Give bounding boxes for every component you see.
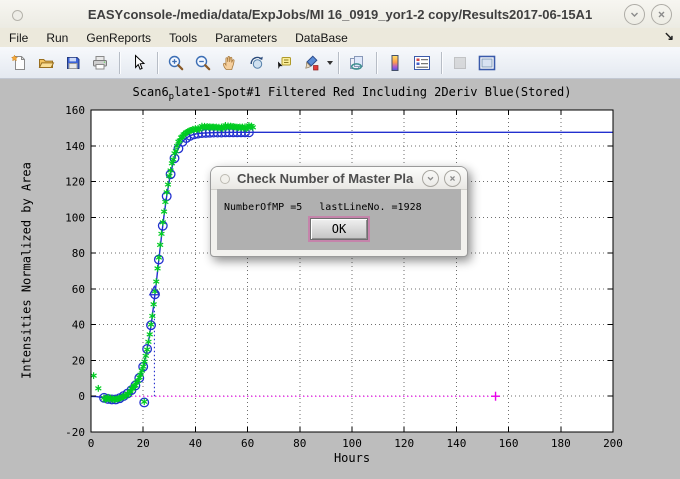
print-button[interactable] xyxy=(87,50,113,76)
print-icon xyxy=(91,54,109,72)
plot-axes[interactable]: 020406080100120140160180200-200204060801… xyxy=(0,79,680,479)
toolbar-separator xyxy=(119,52,120,74)
pointer-icon xyxy=(129,54,147,72)
y-tick-label: 140 xyxy=(65,140,85,153)
app-window: EASYconsole-/media/data/ExpJobs/MI 16_09… xyxy=(0,0,680,479)
x-tick-label: 140 xyxy=(446,437,466,450)
y-tick-label: 80 xyxy=(72,247,85,260)
plot-tools-on-button[interactable] xyxy=(474,50,500,76)
y-tick-label: -20 xyxy=(65,426,85,439)
y-tick-label: 160 xyxy=(65,104,85,117)
rotate-3d-button[interactable] xyxy=(244,50,270,76)
plot-title-post: late1-Spot#1 Filtered Red Including 2Der… xyxy=(174,85,571,99)
link-plot-icon xyxy=(348,54,366,72)
y-tick-label: 40 xyxy=(72,319,85,332)
zoom-in-icon xyxy=(167,54,185,72)
colorbar-icon xyxy=(386,54,404,72)
data-cursor-button[interactable] xyxy=(271,50,297,76)
window-menu-dot-icon[interactable] xyxy=(12,10,23,21)
x-tick-label: 100 xyxy=(342,437,362,450)
dialog-menu-dot-icon xyxy=(220,174,230,184)
plot-tools-on-icon xyxy=(478,54,496,72)
brush-icon xyxy=(302,54,320,72)
x-tick-label: 40 xyxy=(189,437,202,450)
plot-tools-off-button xyxy=(447,50,473,76)
y-tick-label: 120 xyxy=(65,176,85,189)
link-plot-button[interactable] xyxy=(344,50,370,76)
dialog-body: NumberOfMP =5 lastLineNo. =1928 OK xyxy=(217,189,461,250)
plot-tools-off-icon xyxy=(451,54,469,72)
rotate-3d-icon xyxy=(248,54,266,72)
menu-item-parameters[interactable]: Parameters xyxy=(206,30,286,46)
open-file-button[interactable] xyxy=(33,50,59,76)
new-file-button[interactable] xyxy=(6,50,32,76)
x-axis-label: Hours xyxy=(91,451,613,465)
pan-icon xyxy=(221,54,239,72)
y-tick-label: 20 xyxy=(72,354,85,367)
plot-title-pre: Scan6 xyxy=(133,85,169,99)
dialog-message-lastlineno: lastLineNo. =1928 xyxy=(319,202,421,213)
dialog-close-button[interactable] xyxy=(444,170,461,187)
menu-item-tools[interactable]: Tools xyxy=(160,30,206,46)
toolbar-separator xyxy=(376,52,377,74)
dialog-message-numberofmp: NumberOfMP =5 xyxy=(224,202,302,213)
colorbar-button[interactable] xyxy=(382,50,408,76)
dialog-titlebar[interactable]: Check Number of Master Pla xyxy=(211,167,467,190)
x-tick-label: 0 xyxy=(88,437,95,450)
brush-button[interactable] xyxy=(298,50,324,76)
save-button[interactable] xyxy=(60,50,86,76)
pan-button[interactable] xyxy=(217,50,243,76)
y-tick-label: 100 xyxy=(65,211,85,224)
x-tick-label: 160 xyxy=(499,437,519,450)
x-tick-label: 60 xyxy=(241,437,254,450)
window-title: EASYconsole-/media/data/ExpJobs/MI 16_09… xyxy=(0,7,680,22)
new-file-icon xyxy=(10,54,28,72)
menu-item-run[interactable]: Run xyxy=(37,30,77,46)
legend-button[interactable] xyxy=(409,50,435,76)
x-tick-label: 180 xyxy=(551,437,571,450)
x-tick-label: 20 xyxy=(137,437,150,450)
x-tick-label: 120 xyxy=(394,437,414,450)
check-master-plates-dialog: Check Number of Master Pla xyxy=(210,166,468,257)
y-tick-label: 0 xyxy=(78,390,85,403)
legend-icon xyxy=(413,54,431,72)
close-button[interactable] xyxy=(651,4,672,25)
figure-area: 020406080100120140160180200-200204060801… xyxy=(0,79,680,479)
dialog-title: Check Number of Master Pla xyxy=(211,171,422,186)
pointer-button[interactable] xyxy=(125,50,151,76)
zoom-out-button[interactable] xyxy=(190,50,216,76)
dropdown-caret-icon[interactable] xyxy=(327,61,333,65)
toolbar-separator xyxy=(157,52,158,74)
y-axis-label: Intensities Normalized by Area xyxy=(20,161,35,381)
chevron-down-icon xyxy=(629,9,640,20)
dialog-message: NumberOfMP =5 lastLineNo. =1928 xyxy=(217,189,461,213)
menu-overflow-arrow-icon[interactable]: ↘ xyxy=(664,29,674,43)
toolbar-separator xyxy=(338,52,339,74)
zoom-in-button[interactable] xyxy=(163,50,189,76)
data-cursor-icon xyxy=(275,54,293,72)
shade-button[interactable] xyxy=(624,4,645,25)
save-icon xyxy=(64,54,82,72)
menu-item-genreports[interactable]: GenReports xyxy=(77,30,160,46)
dialog-shade-button[interactable] xyxy=(422,170,439,187)
ok-button[interactable]: OK xyxy=(310,218,368,240)
x-tick-label: 80 xyxy=(293,437,306,450)
chevron-down-icon xyxy=(426,174,435,183)
toolbar xyxy=(0,47,680,79)
close-icon xyxy=(448,174,457,183)
menubar: FileRunGenReportsToolsParametersDataBase… xyxy=(0,28,680,48)
open-file-icon xyxy=(37,54,55,72)
zoom-out-icon xyxy=(194,54,212,72)
menu-item-database[interactable]: DataBase xyxy=(286,30,357,46)
x-tick-label: 200 xyxy=(603,437,623,450)
menu-item-file[interactable]: File xyxy=(0,30,37,46)
window-titlebar[interactable]: EASYconsole-/media/data/ExpJobs/MI 16_09… xyxy=(0,0,680,29)
plot-title: Scan6plate1-Spot#1 Filtered Red Includin… xyxy=(91,85,613,102)
toolbar-separator xyxy=(441,52,442,74)
close-icon xyxy=(656,9,667,20)
y-tick-label: 60 xyxy=(72,283,85,296)
